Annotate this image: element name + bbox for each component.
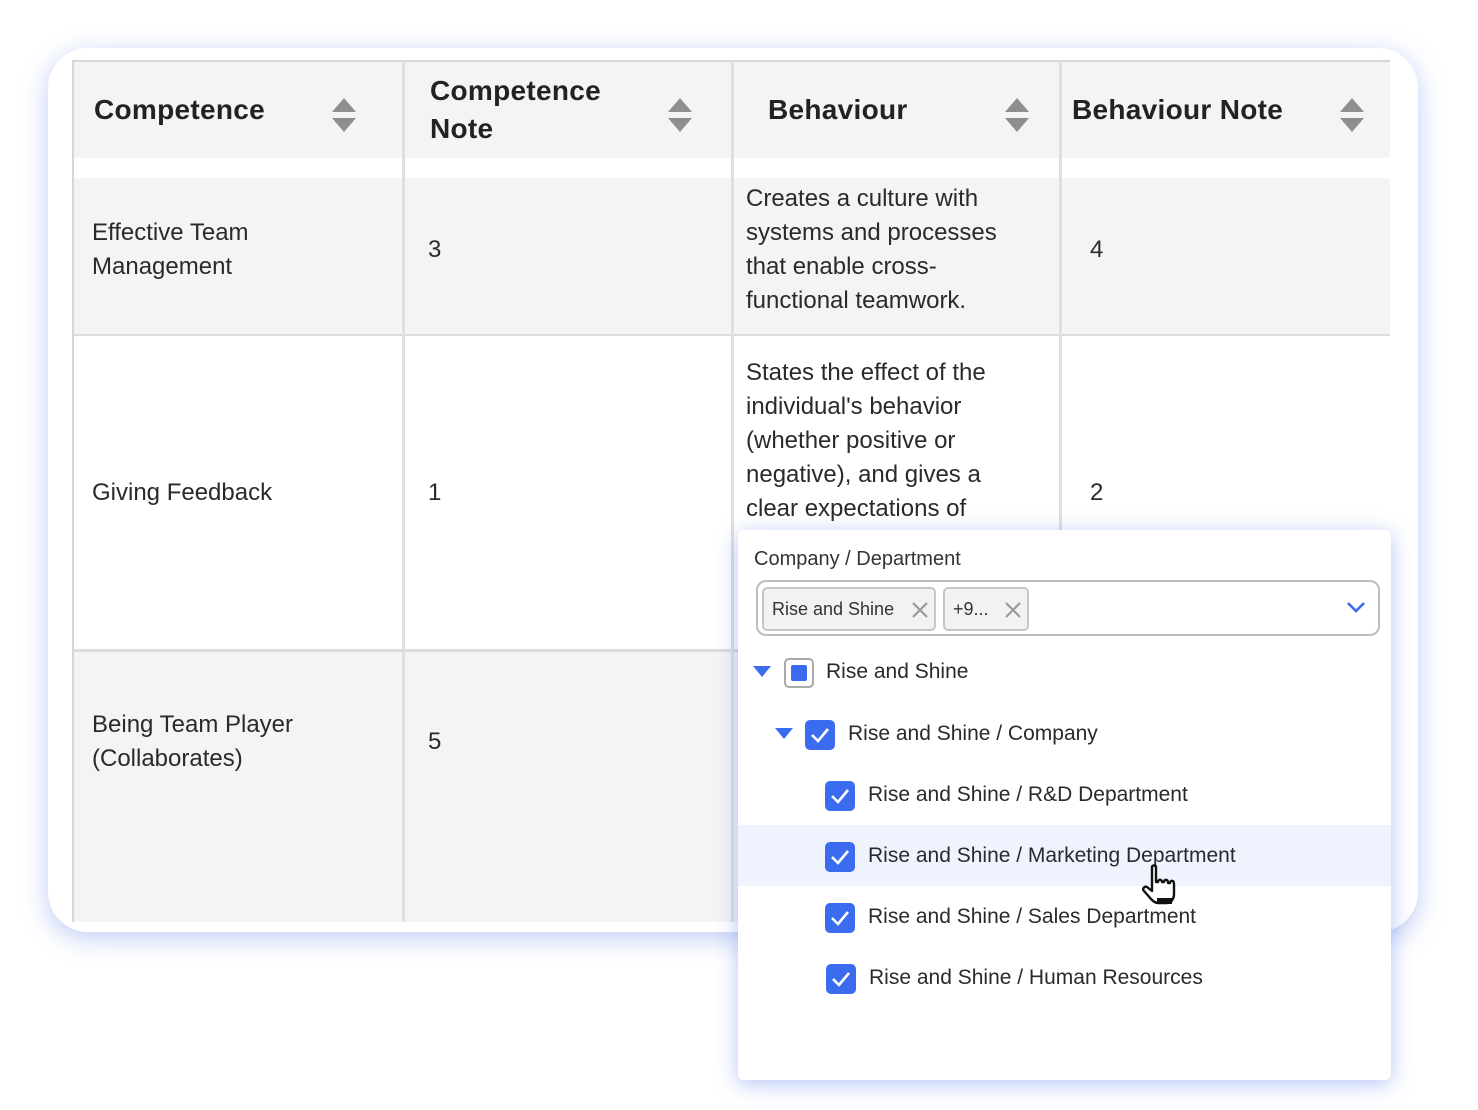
column-header-behaviour[interactable]: Behaviour <box>732 62 1060 158</box>
checkbox-checked[interactable] <box>805 720 835 750</box>
tree-option-human-resources[interactable]: Rise and Shine / Human Resources <box>738 947 1391 1008</box>
chip-label: +9... <box>953 598 989 619</box>
tree-option-marketing-department[interactable]: Rise and Shine / Marketing Department <box>738 825 1391 886</box>
option-label: Rise and Shine <box>826 660 969 683</box>
company-department-select[interactable]: Rise and Shine +9... <box>756 580 1380 636</box>
cell-behaviour: States the effect of the individual's be… <box>746 359 986 522</box>
column-divider <box>402 62 405 922</box>
checkbox-checked[interactable] <box>826 964 856 994</box>
cell-competence: Effective Team Management <box>92 219 249 280</box>
cell-competence-note: 3 <box>428 236 442 263</box>
check-icon <box>811 728 829 743</box>
caret-down-icon[interactable] <box>753 666 771 678</box>
column-divider <box>731 62 734 922</box>
caret-down-icon[interactable] <box>775 728 793 740</box>
checkbox-checked[interactable] <box>825 781 855 811</box>
tree-option-company[interactable]: Rise and Shine / Company <box>738 703 1391 764</box>
column-header-label: Competence <box>94 94 266 125</box>
column-header-competence[interactable]: Competence <box>74 62 404 158</box>
chip-label: Rise and Shine <box>772 598 895 619</box>
sort-icon[interactable] <box>331 95 357 135</box>
option-label: Rise and Shine / R&D Department <box>868 783 1188 806</box>
column-header-behaviour-note[interactable]: Behaviour Note <box>1060 62 1390 158</box>
cell-competence: Being Team Player (Collaborates) <box>92 711 293 772</box>
option-label: Rise and Shine / Company <box>848 722 1098 745</box>
company-department-dropdown[interactable]: Company / Department Rise and Shine +9..… <box>738 530 1391 1080</box>
dropdown-label: Company / Department <box>754 548 961 570</box>
column-header-label: Behaviour Note <box>1072 94 1284 125</box>
option-label: Rise and Shine / Marketing Department <box>868 844 1236 867</box>
column-header-competence-note[interactable]: Competence Note <box>404 62 732 158</box>
selected-chip[interactable]: Rise and Shine <box>762 587 936 631</box>
check-icon <box>832 972 850 987</box>
column-header-label: Behaviour <box>768 94 908 125</box>
sort-icon[interactable] <box>667 95 693 135</box>
tree-option-sales-department[interactable]: Rise and Shine / Sales Department <box>738 886 1391 947</box>
checkbox-checked[interactable] <box>825 842 855 872</box>
cell-behaviour: Creates a culture with systems and proce… <box>746 185 997 314</box>
hand-cursor-icon <box>1142 864 1176 905</box>
close-icon[interactable] <box>910 600 930 620</box>
cell-behaviour-note: 2 <box>1090 479 1104 506</box>
chevron-down-icon[interactable] <box>1346 600 1366 614</box>
checkbox-checked[interactable] <box>825 903 855 933</box>
check-icon <box>831 789 849 804</box>
check-icon <box>831 911 849 926</box>
cell-competence-note: 1 <box>428 479 442 506</box>
sort-icon[interactable] <box>1004 95 1030 135</box>
cell-behaviour-note: 4 <box>1090 236 1104 263</box>
check-icon <box>831 850 849 865</box>
column-header-label: Competence Note <box>430 75 602 144</box>
option-label: Rise and Shine / Human Resources <box>869 966 1203 989</box>
tree-option-rd-department[interactable]: Rise and Shine / R&D Department <box>738 764 1391 825</box>
close-icon[interactable] <box>1003 600 1023 620</box>
sort-icon[interactable] <box>1339 95 1365 135</box>
tree-option-rise-and-shine[interactable]: Rise and Shine <box>738 641 1391 702</box>
cell-competence-note: 5 <box>428 728 442 755</box>
more-chip[interactable]: +9... <box>943 587 1029 631</box>
checkbox-partial[interactable] <box>784 658 814 688</box>
cell-competence: Giving Feedback <box>92 479 273 506</box>
